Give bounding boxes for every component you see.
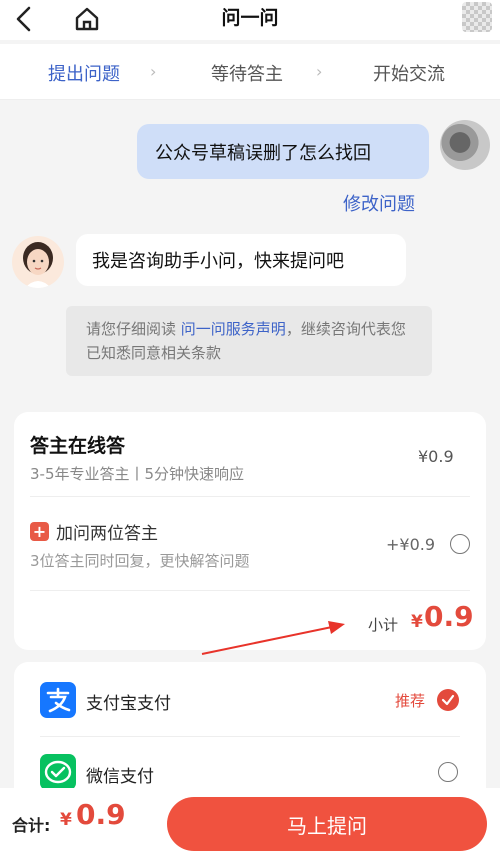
subtotal-currency: ¥ — [411, 612, 423, 632]
subtotal-label: 小计 — [368, 616, 399, 634]
progress-steps: 提出问题 › 等待答主 › 开始交流 — [0, 44, 500, 100]
assistant-face-icon — [23, 242, 53, 288]
ask-now-button[interactable]: 马上提问 — [167, 797, 487, 851]
step-ask-question: 提出问题 — [48, 64, 120, 85]
service-title: 答主在线答 — [30, 435, 126, 457]
service-statement-link[interactable]: 问一问服务声明 — [181, 320, 286, 338]
notice-prefix: 请您仔细阅读 — [86, 320, 177, 338]
plus-icon: + — [30, 522, 49, 541]
service-notice: 请您仔细阅读 问一问服务声明，继续咨询代表您已知悉同意相关条款 — [66, 306, 432, 376]
home-icon[interactable] — [72, 4, 102, 34]
top-bar: 问一问 — [0, 0, 500, 40]
chevron-right-icon: › — [316, 62, 323, 81]
wechat-label: 微信支付 — [86, 767, 154, 787]
addon-price: +¥0.9 — [386, 535, 436, 554]
account-avatar[interactable] — [462, 2, 492, 32]
step-start-chat: 开始交流 — [373, 64, 445, 85]
answer-service-card: 答主在线答 3-5年专业答主丨5分钟快速响应 ¥0.9 + 加问两位答主 3位答… — [14, 412, 486, 650]
wechat-pay-icon — [40, 754, 76, 790]
divider — [40, 736, 460, 737]
alipay-radio-checked[interactable] — [437, 689, 459, 711]
step-wait-answerer: 等待答主 — [211, 64, 283, 85]
total-value: 0.9 — [76, 798, 126, 831]
back-arrow-icon[interactable] — [10, 2, 36, 36]
assistant-message-bubble: 我是咨询助手小问，快来提问吧 — [76, 234, 406, 286]
divider — [30, 496, 470, 497]
payment-methods-card: 支付宝支付 推荐 微信支付 — [14, 662, 486, 802]
total-currency: ¥ — [60, 810, 72, 830]
subtotal-value: 0.9 — [424, 600, 474, 633]
alipay-label: 支付宝支付 — [86, 694, 171, 714]
checkmark-icon — [441, 694, 455, 706]
chevron-right-icon: › — [150, 62, 157, 81]
addon-description: 3位答主同时回复，更快解答问题 — [30, 552, 250, 570]
service-price: ¥0.9 — [418, 447, 454, 466]
total-label: 合计: — [12, 816, 51, 835]
user-question-bubble: 公众号草稿误删了怎么找回 — [137, 124, 429, 179]
alipay-icon — [40, 682, 76, 718]
edit-question-link[interactable]: 修改问题 — [343, 190, 415, 216]
user-avatar — [440, 120, 490, 170]
divider — [30, 590, 470, 591]
service-subtitle: 3-5年专业答主丨5分钟快速响应 — [30, 465, 245, 483]
addon-title: 加问两位答主 — [56, 524, 158, 544]
addon-radio[interactable] — [450, 534, 470, 554]
assistant-avatar — [12, 236, 64, 288]
annotation-arrow-icon — [201, 621, 345, 655]
wechat-radio[interactable] — [438, 762, 458, 782]
payment-option-alipay[interactable]: 支付宝支付 推荐 — [14, 676, 486, 730]
recommended-badge: 推荐 — [395, 692, 426, 710]
